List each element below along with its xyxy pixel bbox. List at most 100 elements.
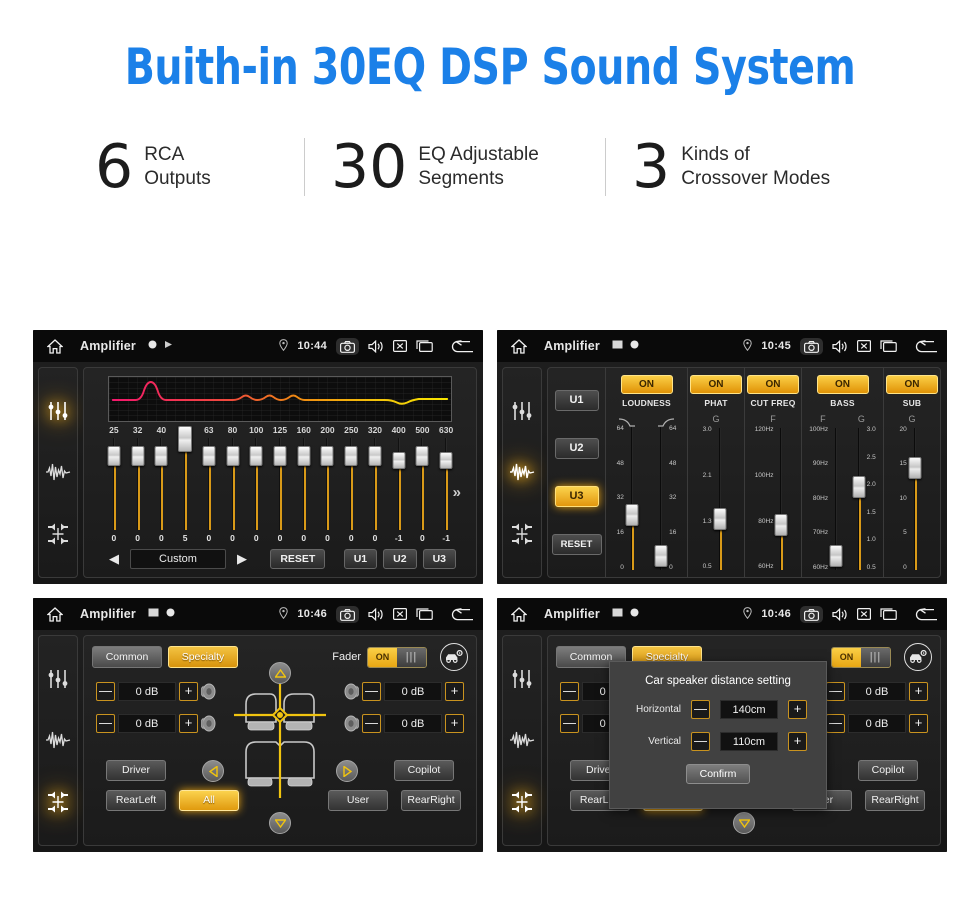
nav-down-button[interactable] (733, 812, 755, 834)
waveform-icon[interactable] (508, 726, 536, 754)
loudness-rail-1[interactable]: 64 48 32 16 0 (617, 425, 639, 572)
user-preset-u1-button[interactable]: U1 (343, 549, 378, 569)
crossover-preset-u1-button[interactable]: U1 (554, 389, 599, 411)
reset-button[interactable]: RESET (270, 549, 326, 569)
bass-gain-rail[interactable]: 3.0 2.5 2.0 1.5 1.0 0.5 (852, 426, 876, 572)
eq-slider[interactable]: 0 (126, 436, 150, 547)
rear-left-plus-button[interactable]: + (179, 714, 198, 733)
bass-freq-rail[interactable]: 100Hz 90Hz 80Hz 70Hz 60Hz (809, 426, 843, 572)
car-settings-icon[interactable] (440, 643, 468, 671)
speaker-icon[interactable] (368, 339, 384, 353)
camera-icon[interactable] (800, 337, 823, 355)
rear-right-plus-button[interactable]: + (909, 714, 928, 733)
eq-slider[interactable]: 0 (339, 436, 363, 547)
equalizer-icon[interactable] (508, 397, 536, 425)
rear-right-minus-button[interactable]: — (362, 714, 381, 733)
rear-right-minus-button[interactable]: — (826, 714, 845, 733)
loudness-rail-2[interactable]: 64 48 32 16 0 (654, 425, 676, 572)
recents-icon[interactable] (880, 608, 897, 620)
home-icon[interactable] (506, 606, 532, 622)
horizontal-plus-button[interactable]: + (788, 700, 807, 719)
car-seat-map[interactable] (232, 682, 328, 800)
back-icon[interactable] (915, 607, 938, 621)
eq-slider[interactable]: 0 (292, 436, 316, 547)
seat-user-button[interactable]: User (328, 790, 388, 811)
nav-left-button[interactable] (202, 760, 224, 782)
preset-prev-button[interactable]: ◀ (104, 551, 124, 567)
cutfreq-on-button[interactable]: ON (747, 375, 799, 394)
phat-gain-rail[interactable]: 3.0 2.1 1.3 0.5 (703, 426, 730, 572)
seat-driver-button[interactable]: Driver (106, 760, 166, 781)
balance-icon[interactable] (44, 520, 72, 548)
vertical-plus-button[interactable]: + (788, 732, 807, 751)
nav-right-button[interactable] (336, 760, 358, 782)
home-icon[interactable] (42, 606, 68, 622)
nav-up-button[interactable] (269, 662, 291, 684)
speaker-icon[interactable] (368, 607, 384, 621)
loudness-on-button[interactable]: ON (620, 375, 673, 394)
seat-rearright-button[interactable]: RearRight (401, 790, 461, 811)
bass-on-button[interactable]: ON (816, 375, 869, 394)
balance-icon[interactable] (508, 520, 536, 548)
equalizer-icon[interactable] (44, 397, 72, 425)
rear-left-minus-button[interactable]: — (560, 714, 579, 733)
waveform-icon[interactable] (44, 726, 72, 754)
tab-specialty[interactable]: Specialty (168, 646, 238, 668)
back-icon[interactable] (451, 607, 474, 621)
close-box-icon[interactable] (857, 340, 871, 352)
speaker-icon[interactable] (832, 339, 848, 353)
recents-icon[interactable] (416, 340, 433, 352)
front-right-plus-button[interactable]: + (445, 682, 464, 701)
speaker-icon[interactable] (832, 607, 848, 621)
front-left-minus-button[interactable]: — (96, 682, 115, 701)
crossover-reset-button[interactable]: RESET (551, 534, 602, 556)
user-preset-u2-button[interactable]: U2 (383, 549, 417, 569)
phat-on-button[interactable]: ON (690, 375, 742, 394)
seat-copilot-button[interactable]: Copilot (394, 760, 454, 781)
home-icon[interactable] (42, 338, 68, 354)
tab-common[interactable]: Common (92, 646, 162, 668)
crossover-preset-u2-button[interactable]: U2 (554, 437, 599, 459)
eq-slider[interactable]: 0 (363, 436, 387, 547)
waveform-icon[interactable] (508, 458, 536, 486)
rear-left-minus-button[interactable]: — (96, 714, 115, 733)
close-box-icon[interactable] (393, 608, 407, 620)
eq-slider[interactable]: 0 (411, 436, 435, 547)
front-left-minus-button[interactable]: — (560, 682, 579, 701)
front-left-plus-button[interactable]: + (179, 682, 198, 701)
balance-icon[interactable] (508, 788, 536, 816)
back-icon[interactable] (451, 339, 474, 353)
user-preset-u3-button[interactable]: U3 (422, 549, 457, 569)
rear-right-plus-button[interactable]: + (445, 714, 464, 733)
front-right-minus-button[interactable]: — (362, 682, 381, 701)
seat-copilot-button[interactable]: Copilot (858, 760, 918, 781)
eq-slider[interactable]: 5 (173, 426, 197, 547)
front-right-minus-button[interactable]: — (826, 682, 845, 701)
eq-slider[interactable]: -1 (387, 436, 411, 547)
confirm-button[interactable]: Confirm (686, 764, 750, 784)
home-icon[interactable] (506, 338, 532, 354)
eq-slider[interactable]: 0 (221, 436, 245, 547)
equalizer-icon[interactable] (44, 665, 72, 693)
close-box-icon[interactable] (393, 340, 407, 352)
eq-slider[interactable]: 0 (102, 436, 126, 547)
balance-icon[interactable] (44, 788, 72, 816)
vertical-minus-button[interactable]: — (691, 732, 710, 751)
crossover-preset-u3-button[interactable]: U3 (554, 486, 599, 508)
waveform-icon[interactable] (44, 458, 72, 486)
eq-slider[interactable]: 0 (244, 436, 268, 547)
recents-icon[interactable] (880, 340, 897, 352)
sub-gain-rail[interactable]: 20 15 10 5 0 (899, 426, 924, 572)
horizontal-minus-button[interactable]: — (691, 700, 710, 719)
eq-slider[interactable]: 0 (197, 436, 221, 547)
recents-icon[interactable] (416, 608, 433, 620)
eq-slider[interactable]: 0 (268, 436, 292, 547)
seat-rearright-button[interactable]: RearRight (865, 790, 925, 811)
seat-rearleft-button[interactable]: RearLeft (106, 790, 166, 811)
cutfreq-rail[interactable]: 120Hz 100Hz 80Hz 60Hz (755, 426, 792, 572)
eq-slider[interactable]: 0 (316, 436, 340, 547)
fader-toggle[interactable]: ON ||| (831, 646, 891, 668)
camera-icon[interactable] (800, 605, 823, 623)
equalizer-icon[interactable] (508, 665, 536, 693)
camera-icon[interactable] (336, 337, 359, 355)
